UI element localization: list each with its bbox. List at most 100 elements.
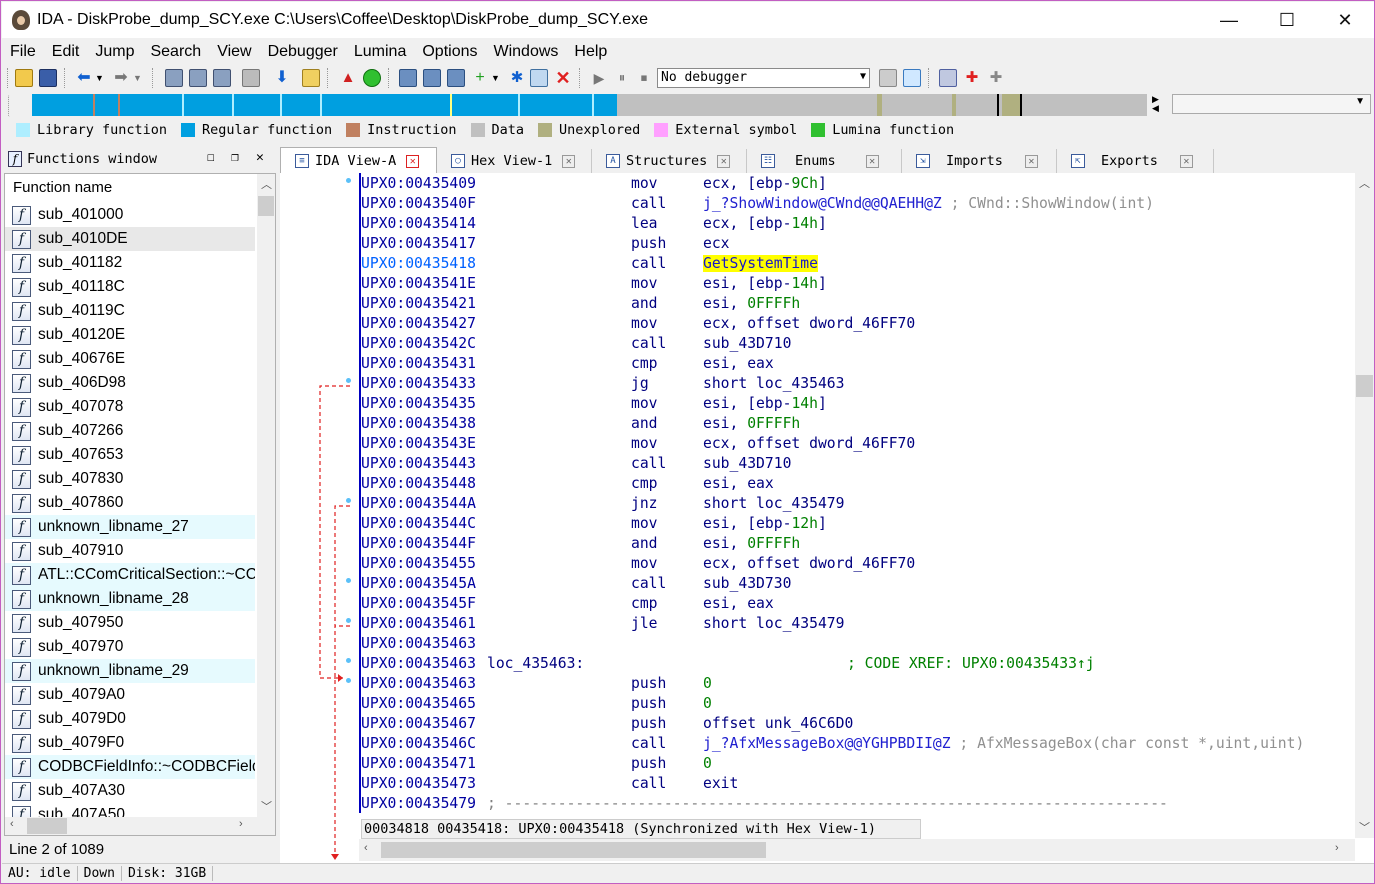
operand-text[interactable]: ecx, [ebp-: [703, 215, 791, 232]
numeric-operand[interactable]: 0: [703, 695, 712, 712]
functions-vertical-scrollbar[interactable]: ︿ ﹀: [257, 174, 275, 819]
column-header-function-name[interactable]: Function name: [13, 179, 112, 196]
scroll-thumb[interactable]: [258, 196, 274, 216]
numeric-operand[interactable]: 0FFFFh: [747, 295, 800, 312]
disassembly-line[interactable]: UPX0:00435443 call sub_43D710: [361, 454, 1351, 474]
xref-comment[interactable]: ; CODE XREF: UPX0:00435433↑j: [847, 654, 1095, 674]
mnemonic[interactable]: push: [631, 234, 666, 254]
disassembly-listing[interactable]: UPX0:00435409 mov ecx, [ebp-9Ch] UPX0:00435…: [359, 173, 1353, 813]
disassembly-line[interactable]: UPX0:00435414 lea ecx, [ebp-14h]: [361, 214, 1351, 234]
function-list-item[interactable]: f sub_401000: [5, 203, 255, 227]
disassembly-line[interactable]: UPX0:0043546C call j_?AfxMessageBox@@YGHPB…: [361, 734, 1351, 754]
disassembly-line[interactable]: UPX0:00435473 call exit: [361, 774, 1351, 794]
disassembly-line[interactable]: UPX0:00435465 push 0: [361, 694, 1351, 714]
step-into-icon[interactable]: [879, 69, 897, 87]
scroll-up-icon[interactable]: ︿: [261, 176, 272, 192]
scroll-right-icon[interactable]: ›: [239, 818, 243, 830]
function-list-item[interactable]: f sub_40676E: [5, 347, 255, 371]
function-list-item[interactable]: f sub_4010DE: [5, 227, 255, 251]
operand-text[interactable]: short loc_435479: [703, 615, 844, 632]
mnemonic[interactable]: cmp: [631, 474, 658, 494]
operands[interactable]: j_?ShowWindow@CWnd@@QAEHH@Z ; CWnd::Show…: [703, 194, 1154, 214]
function-list-item[interactable]: f unknown_libname_27: [5, 515, 255, 539]
disassembly-line[interactable]: UPX0:00435427 mov ecx, offset dword_46FF70: [361, 314, 1351, 334]
disassembly-line[interactable]: UPX0:00435461 jle short loc_435479: [361, 614, 1351, 634]
disable-breakpoint-icon[interactable]: ✚: [987, 69, 1005, 87]
operands[interactable]: exit: [703, 774, 738, 794]
menu-edit[interactable]: Edit: [44, 43, 88, 61]
mnemonic[interactable]: cmp: [631, 594, 658, 614]
operand-text[interactable]: ecx: [703, 235, 730, 252]
pause-icon[interactable]: ⏸: [613, 69, 631, 87]
tab-enums[interactable]: ☷ Enums ✕: [747, 149, 902, 173]
function-list-item[interactable]: f sub_407A30: [5, 779, 255, 803]
search-binary-icon[interactable]: [213, 69, 231, 87]
function-list-item[interactable]: f sub_40118C: [5, 275, 255, 299]
menu-jump[interactable]: Jump: [87, 43, 142, 61]
operand-text[interactable]: ecx, offset dword_46FF70: [703, 315, 915, 332]
operands[interactable]: ecx, [ebp-14h]: [703, 214, 827, 234]
breakpoint-dot-icon[interactable]: [346, 578, 351, 583]
operands[interactable]: esi, 0FFFFh: [703, 294, 800, 314]
binoculars-icon[interactable]: [165, 69, 183, 87]
disassembly-line[interactable]: UPX0:00435433 jg short loc_435463: [361, 374, 1351, 394]
close-tab-icon[interactable]: ✕: [1024, 154, 1038, 168]
mnemonic[interactable]: mov: [631, 314, 658, 334]
operand-text[interactable]: ecx, [ebp-: [703, 175, 791, 192]
operands[interactable]: short loc_435463: [703, 374, 844, 394]
operands[interactable]: esi, 0FFFFh: [703, 534, 800, 554]
operand-text[interactable]: esi,: [703, 535, 747, 552]
numeric-operand[interactable]: 0: [703, 675, 712, 692]
operand-text[interactable]: sub_43D710: [703, 455, 791, 472]
numeric-operand[interactable]: 14h: [791, 395, 818, 412]
disassembly-line[interactable]: UPX0:0043544A jnz short loc_435479: [361, 494, 1351, 514]
operands[interactable]: esi, eax: [703, 474, 774, 494]
operand-text[interactable]: esi, [ebp-: [703, 515, 791, 532]
mnemonic[interactable]: call: [631, 774, 666, 794]
breakpoint-icon[interactable]: ✚: [963, 69, 981, 87]
function-list-item[interactable]: f sub_40119C: [5, 299, 255, 323]
operand-text[interactable]: ]: [818, 395, 827, 412]
function-list-item[interactable]: f sub_406D98: [5, 371, 255, 395]
operand-text[interactable]: short loc_435479: [703, 495, 844, 512]
delete-icon[interactable]: ✕: [554, 69, 572, 87]
disassembly-line[interactable]: UPX0:00435467 push offset unk_46C6D0: [361, 714, 1351, 734]
save-icon[interactable]: [39, 69, 57, 87]
breakpoint-dot-icon[interactable]: [346, 678, 351, 683]
mnemonic[interactable]: push: [631, 694, 666, 714]
close-tab-icon[interactable]: ✕: [1179, 154, 1193, 168]
search-text-icon[interactable]: [189, 69, 207, 87]
operand-text[interactable]: ]: [818, 275, 827, 292]
operands[interactable]: esi, [ebp-14h]: [703, 394, 827, 414]
function-list-item[interactable]: f sub_4079D0: [5, 707, 255, 731]
operands[interactable]: GetSystemTime: [703, 254, 818, 274]
scroll-up-icon[interactable]: ︿: [1359, 175, 1370, 191]
close-window-button[interactable]: ✕: [1316, 2, 1374, 38]
operands[interactable]: short loc_435479: [703, 614, 844, 634]
breakpoint-list-icon[interactable]: [939, 69, 957, 87]
warning-icon[interactable]: ▲: [339, 69, 357, 87]
disassembly-line[interactable]: UPX0:00435463 push 0: [361, 674, 1351, 694]
mnemonic[interactable]: call: [631, 454, 666, 474]
numeric-operand[interactable]: 9Ch: [791, 175, 818, 192]
add-dropdown-icon[interactable]: ▼: [491, 69, 509, 87]
stop-icon[interactable]: ⏹: [635, 69, 653, 87]
operands[interactable]: ecx, offset dword_46FF70: [703, 314, 915, 334]
operand-text[interactable]: GetSystemTime: [703, 255, 818, 272]
functions-horizontal-scrollbar[interactable]: ‹ ›: [5, 817, 275, 835]
operands[interactable]: 0: [703, 694, 712, 714]
numeric-operand[interactable]: 0FFFFh: [747, 415, 800, 432]
operand-text[interactable]: sub_43D730: [703, 575, 791, 592]
operand-text[interactable]: esi, eax: [703, 595, 774, 612]
segment-select[interactable]: ▼: [1172, 94, 1371, 114]
mnemonic[interactable]: push: [631, 714, 666, 734]
mnemonic[interactable]: jle: [631, 614, 658, 634]
function-list-item[interactable]: f sub_401182: [5, 251, 255, 275]
mnemonic[interactable]: jg: [631, 374, 649, 394]
operand-text[interactable]: esi,: [703, 415, 747, 432]
operand-text[interactable]: ]: [818, 215, 827, 232]
operands[interactable]: short loc_435479: [703, 494, 844, 514]
mnemonic[interactable]: mov: [631, 434, 658, 454]
rename-icon[interactable]: [530, 69, 548, 87]
operand-text[interactable]: short loc_435463: [703, 375, 844, 392]
